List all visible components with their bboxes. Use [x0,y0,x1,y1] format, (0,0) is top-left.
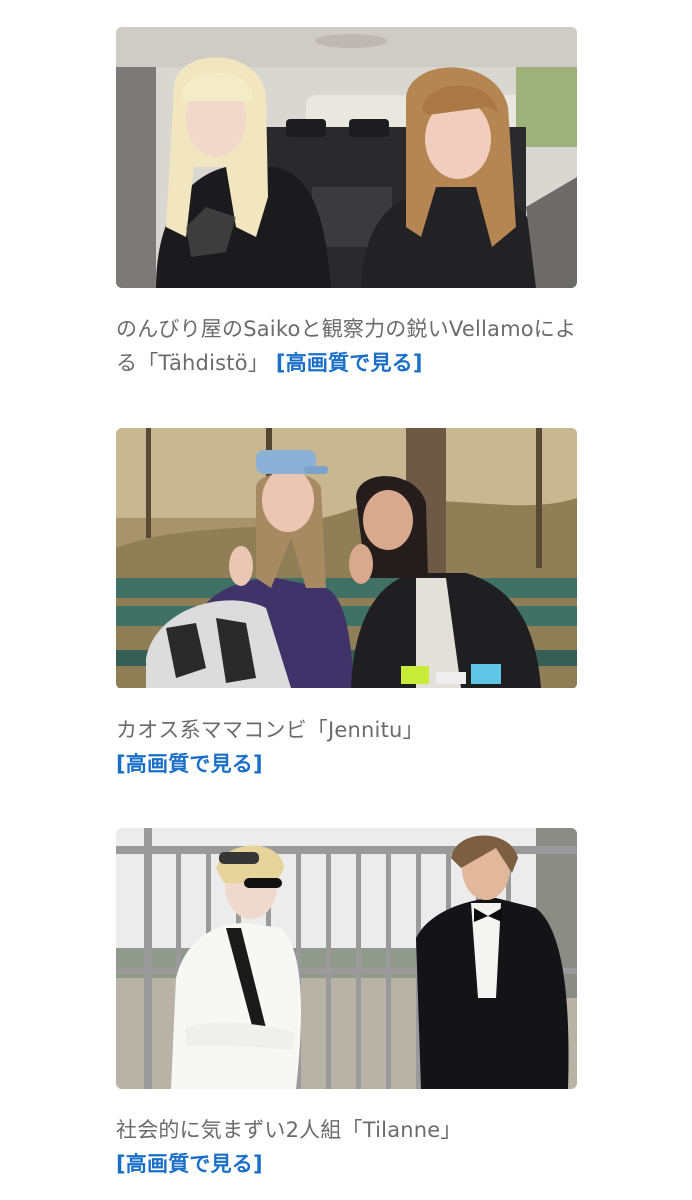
view-high-quality-link[interactable]: [高画質で見る] [116,747,577,781]
car-photo-illustration [116,27,577,288]
card-photo[interactable] [116,828,577,1089]
caption-text: 社会的に気まずい2人組「Tilanne」 [116,1118,462,1142]
card-photo[interactable] [116,428,577,689]
article-card: 社会的に気まずい2人組「Tilanne」 [高画質で見る] [116,828,577,1181]
view-high-quality-link[interactable]: [高画質で見る] [116,1147,577,1181]
article-card: のんびり屋のSaikoと観察力の鋭いVellamoによる「Tähdistö」 [… [116,27,577,380]
card-caption: のんびり屋のSaikoと観察力の鋭いVellamoによる「Tähdistö」 [… [116,312,577,380]
view-high-quality-link[interactable]: [高画質で見る] [276,351,423,375]
card-caption: カオス系ママコンビ「Jennitu」 [高画質で見る] [116,713,577,781]
article-card: カオス系ママコンビ「Jennitu」 [高画質で見る] [116,428,577,781]
fence-photo-illustration [116,828,577,1089]
card-caption: 社会的に気まずい2人組「Tilanne」 [高画質で見る] [116,1113,577,1181]
caption-text: カオス系ママコンビ「Jennitu」 [116,718,424,742]
card-photo[interactable] [116,27,577,288]
bench-photo-illustration [116,428,577,688]
